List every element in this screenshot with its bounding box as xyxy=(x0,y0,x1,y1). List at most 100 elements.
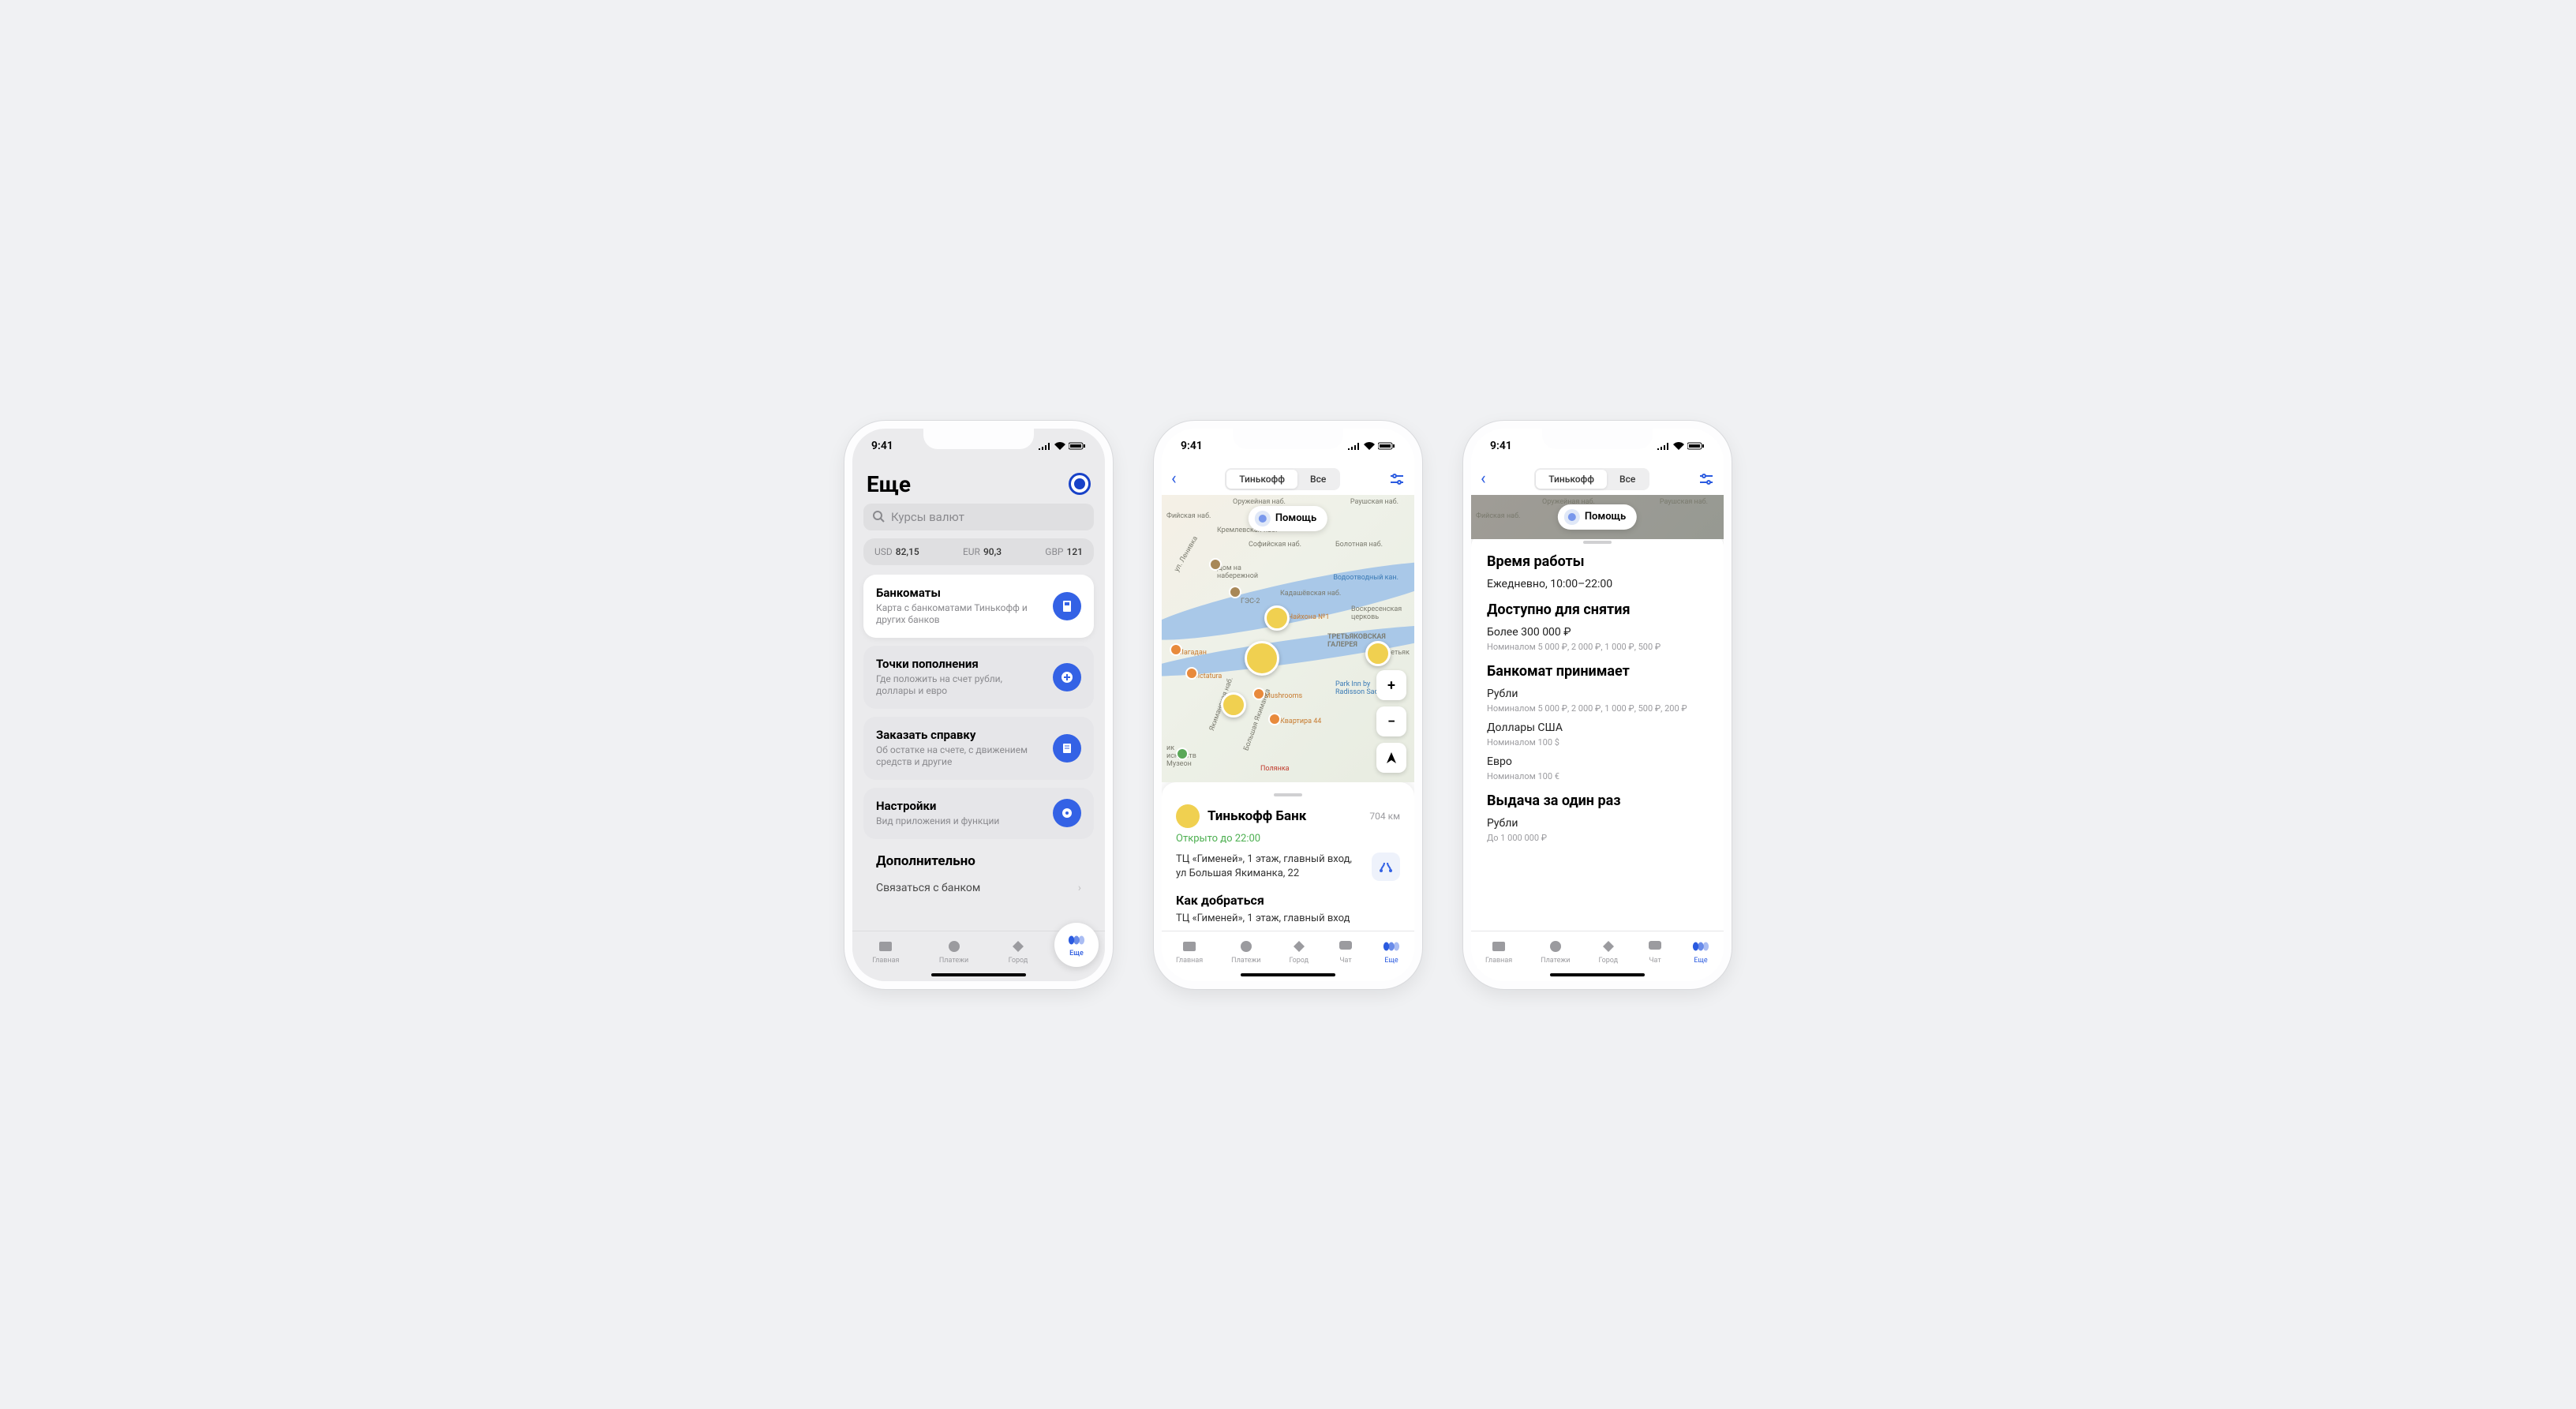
profile-avatar[interactable] xyxy=(1069,473,1091,495)
card-certificate[interactable]: Заказать справку Об остатке на счете, с … xyxy=(863,717,1094,780)
map-label: Park Inn by Radisson Sadu xyxy=(1335,680,1383,696)
accepts-currency: Доллары США xyxy=(1487,721,1708,734)
atm-pin[interactable] xyxy=(1221,692,1246,718)
notch xyxy=(1233,429,1343,449)
map-poi[interactable] xyxy=(1252,688,1265,700)
map-label: Дом на набережной xyxy=(1217,564,1264,580)
map-label: Болотная наб. xyxy=(1335,541,1383,549)
status-time: 9:41 xyxy=(1490,440,1512,452)
withdraw-heading: Доступно для снятия xyxy=(1487,601,1708,618)
tab-more[interactable]: Еще xyxy=(1383,938,1400,965)
atm-info-sheet[interactable]: Время работы Ежедневно, 10:00–22:00 Дост… xyxy=(1471,533,1724,931)
help-icon xyxy=(1564,509,1580,525)
tab-home[interactable]: Главная xyxy=(872,938,899,965)
bank-name: Тинькофф Банк xyxy=(1208,808,1361,824)
tab-more-bubble[interactable]: Еще xyxy=(1054,923,1099,967)
filter-button[interactable] xyxy=(1698,473,1714,485)
home-icon xyxy=(1490,938,1507,955)
help-chip[interactable]: Помощь xyxy=(1249,506,1327,531)
zoom-out-button[interactable]: − xyxy=(1376,706,1406,736)
section-title: Дополнительно xyxy=(863,847,1094,874)
rate-value: 90,3 xyxy=(983,546,1002,557)
atm-pin[interactable] xyxy=(1264,605,1290,631)
segment-all[interactable]: Все xyxy=(1607,470,1648,489)
card-topup[interactable]: Точки пополнения Где положить на счет ру… xyxy=(863,646,1094,709)
locate-button[interactable] xyxy=(1376,743,1406,773)
route-button[interactable] xyxy=(1372,853,1400,881)
card-atms[interactable]: Банкоматы Карта с банкоматами Тинькофф и… xyxy=(863,575,1094,638)
chevron-right-icon: › xyxy=(1078,882,1081,894)
map-poi[interactable] xyxy=(1229,586,1241,598)
withdraw-denom: Номиналом 5 000 ₽, 2 000 ₽, 1 000 ₽, 500… xyxy=(1487,642,1708,652)
status-icons xyxy=(1348,442,1395,450)
segment-tinkoff[interactable]: Тинькофф xyxy=(1226,470,1297,489)
map-poi[interactable] xyxy=(1268,713,1281,725)
tab-city[interactable]: Город xyxy=(1598,938,1618,965)
currency-rates[interactable]: USD82,15 EUR90,3 GBP121 xyxy=(863,538,1094,565)
home-indicator[interactable] xyxy=(1550,973,1645,976)
map-poi[interactable] xyxy=(1170,643,1182,656)
segment-all[interactable]: Все xyxy=(1297,470,1339,489)
map[interactable]: Оружейная наб. р. Москва Раушская наб. Ф… xyxy=(1162,495,1414,783)
rate-label: EUR xyxy=(963,546,980,557)
tab-payments[interactable]: Платежи xyxy=(939,938,968,965)
card-title: Точки пополнения xyxy=(876,657,1043,671)
card-subtitle: Карта с банкоматами Тинькофф и других ба… xyxy=(876,602,1043,627)
map-poi[interactable] xyxy=(1176,748,1189,760)
zoom-in-button[interactable]: + xyxy=(1376,670,1406,700)
segment-control: Тинькофф Все xyxy=(1225,468,1340,490)
atm-pin[interactable] xyxy=(1365,641,1391,666)
filter-button[interactable] xyxy=(1389,473,1405,485)
phone-screen-more: 9:41 Еще Курсы валют USD82,15 EUR90,3 GB… xyxy=(844,421,1113,989)
tab-home[interactable]: Главная xyxy=(1485,938,1512,965)
back-button[interactable]: ‹ xyxy=(1481,469,1486,489)
tab-home[interactable]: Главная xyxy=(1176,938,1203,965)
page-title: Еще xyxy=(867,471,911,497)
map-label: Оружейная наб. xyxy=(1233,498,1286,506)
search-placeholder: Курсы валют xyxy=(891,510,964,524)
atm-detail-sheet[interactable]: Тинькофф Банк 704 км Открыто до 22:00 ТЦ… xyxy=(1162,782,1414,930)
home-indicator[interactable] xyxy=(1241,973,1335,976)
rate-value: 82,15 xyxy=(896,546,919,557)
map-poi[interactable] xyxy=(1209,558,1222,571)
sheet-handle[interactable] xyxy=(1583,541,1612,544)
rate-label: USD xyxy=(874,546,893,557)
more-icon xyxy=(1383,938,1400,955)
tab-chat[interactable]: Чат xyxy=(1337,938,1354,965)
status-time: 9:41 xyxy=(871,440,893,452)
map-poi[interactable] xyxy=(1185,667,1198,680)
tab-more[interactable]: Еще xyxy=(1692,938,1709,965)
tab-chat[interactable]: Чат xyxy=(1646,938,1664,965)
per-tx-heading: Выдача за один раз xyxy=(1487,793,1708,809)
card-title: Настройки xyxy=(876,799,1043,813)
tab-city[interactable]: Город xyxy=(1009,938,1028,965)
plus-icon xyxy=(1053,663,1081,691)
map-label: Раушская наб. xyxy=(1350,498,1398,506)
map-label: Водоотводный кан. xyxy=(1333,574,1398,582)
bank-logo xyxy=(1176,804,1200,828)
map-label: Фийская наб. xyxy=(1166,512,1211,520)
card-title: Банкоматы xyxy=(876,586,1043,600)
payments-icon xyxy=(1547,938,1564,955)
phone-screen-atm-info: 9:41 ‹ Тинькофф Все Оружейная наб. р. Мо… xyxy=(1463,421,1732,989)
home-indicator[interactable] xyxy=(931,973,1026,976)
nav-bar: ‹ Тинькофф Все xyxy=(1162,463,1414,495)
help-chip[interactable]: Помощь xyxy=(1558,504,1637,530)
tab-payments[interactable]: Платежи xyxy=(1231,938,1260,965)
notch xyxy=(1542,429,1653,449)
tab-payments[interactable]: Платежи xyxy=(1541,938,1570,965)
tab-city[interactable]: Город xyxy=(1289,938,1309,965)
sheet-handle[interactable] xyxy=(1274,793,1302,796)
home-icon xyxy=(877,938,894,955)
link-contact-bank[interactable]: Связаться с банком › xyxy=(863,874,1094,902)
segment-tinkoff[interactable]: Тинькофф xyxy=(1536,470,1607,489)
card-subtitle: Где положить на счет рубли, доллары и ев… xyxy=(876,673,1043,698)
map-dimmed[interactable]: Оружейная наб. р. Москва Раушская наб. Ф… xyxy=(1471,495,1724,539)
card-settings[interactable]: Настройки Вид приложения и функции xyxy=(863,788,1094,839)
map-label: Фийская наб. xyxy=(1476,512,1520,520)
search-input[interactable]: Курсы валют xyxy=(863,504,1094,530)
back-button[interactable]: ‹ xyxy=(1171,469,1177,489)
city-icon xyxy=(1600,938,1617,955)
document-icon xyxy=(1053,734,1081,763)
atm-pin-selected[interactable] xyxy=(1245,641,1279,676)
